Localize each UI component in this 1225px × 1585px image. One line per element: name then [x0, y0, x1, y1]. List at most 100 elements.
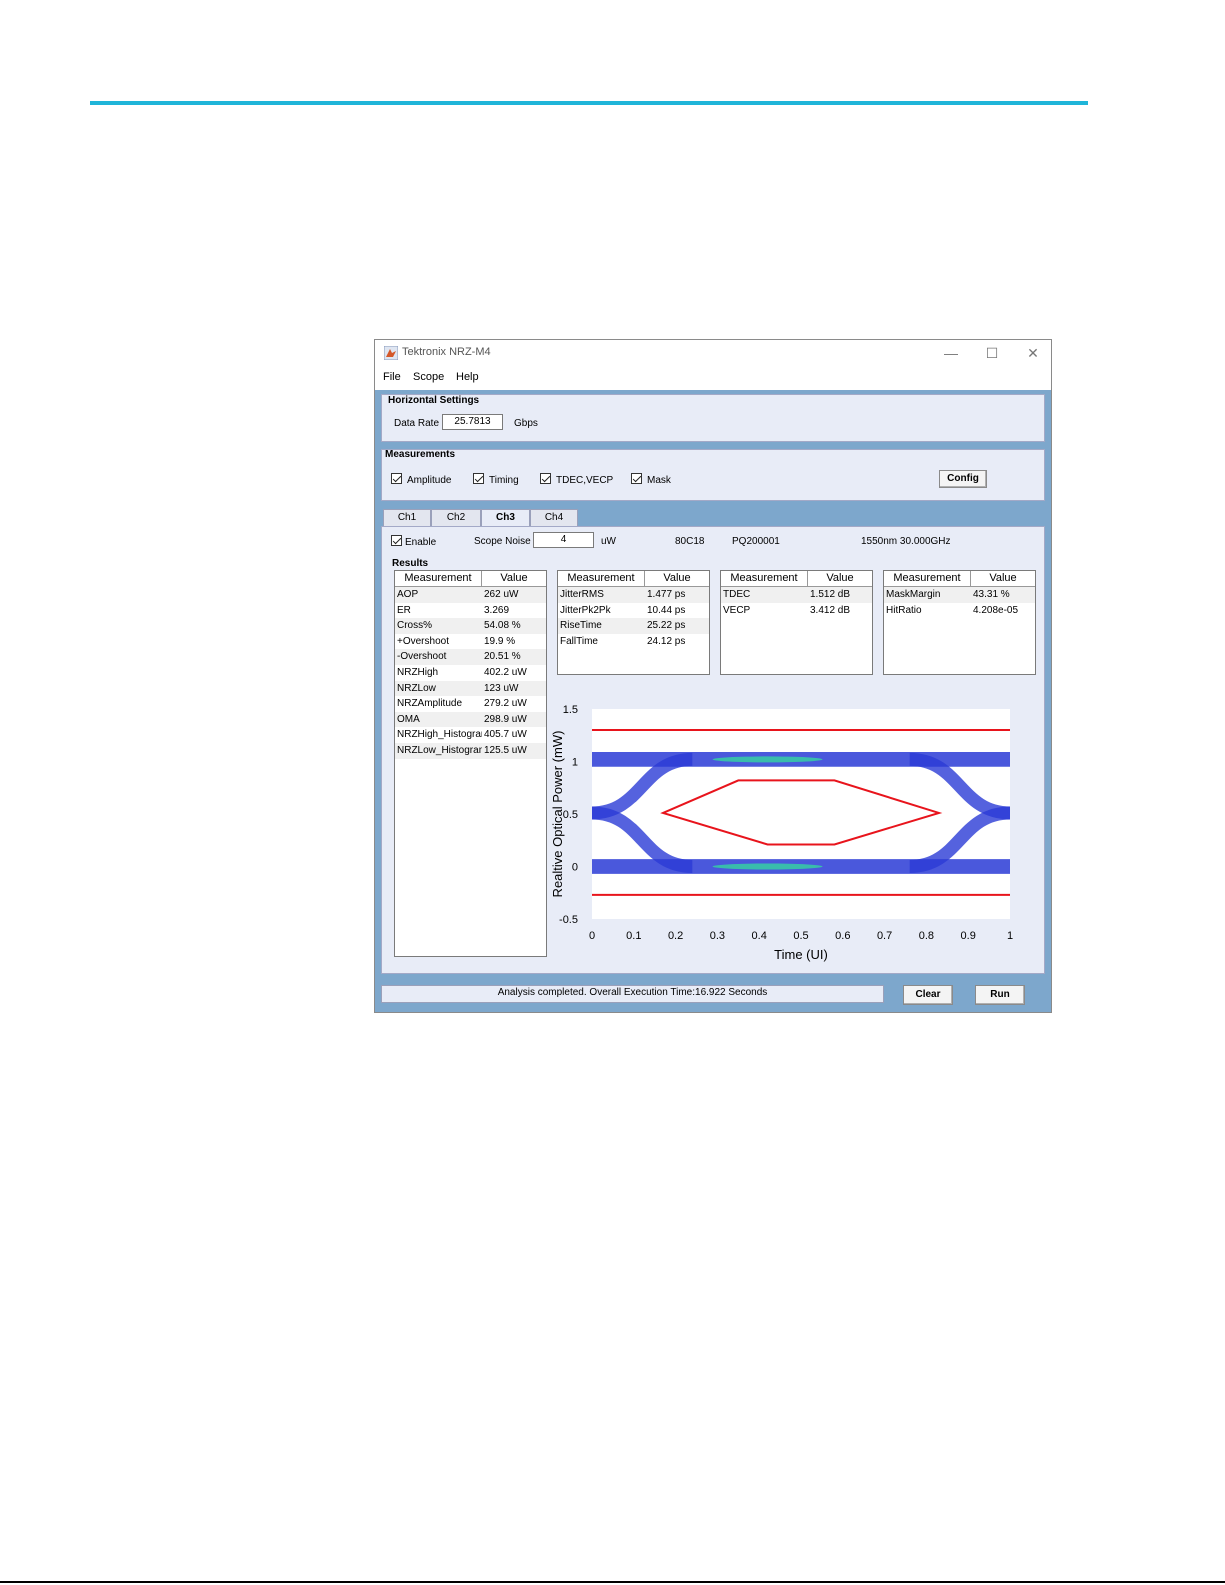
eye-low-hotspot — [712, 863, 823, 870]
channel-panel: Enable Scope Noise 4 uW 80C18 PQ200001 1… — [381, 526, 1045, 974]
y-axis-label: Realtive Optical Power (mW) — [550, 731, 565, 898]
data-rate-input[interactable]: 25.7813 — [442, 414, 503, 430]
measurement-column-header[interactable]: Measurement — [884, 571, 971, 586]
close-button[interactable]: ✕ — [1018, 343, 1048, 363]
minimize-button[interactable]: — — [936, 343, 966, 363]
mask-results-table: Measurement Value MaskMargin 43.31 % HitRa… — [883, 570, 1036, 675]
menu-bar: File Scope Help — [375, 366, 1051, 390]
value-cell: 402.2 uW — [484, 666, 527, 678]
table-row[interactable]: NRZHigh_Histogram 405.7 uW — [395, 727, 546, 743]
value-cell: 19.9 % — [484, 635, 516, 647]
table-row[interactable]: JitterPk2Pk 10.44 ps — [558, 603, 709, 619]
value-column-header[interactable]: Value — [645, 571, 709, 586]
tab-ch2[interactable]: Ch2 — [431, 509, 481, 526]
measurement-cell: RiseTime — [560, 620, 602, 632]
measurement-cell: NRZLow_Histogram — [397, 744, 482, 756]
value-cell: 125.5 uW — [484, 744, 527, 756]
table-row[interactable]: RiseTime 25.22 ps — [558, 618, 709, 634]
table-row[interactable]: TDEC 1.512 dB — [721, 587, 872, 603]
run-button[interactable]: Run — [975, 985, 1025, 1005]
tab-ch3[interactable]: Ch3 — [481, 509, 530, 527]
measurement-cell: ER — [397, 604, 411, 616]
x-tick-label: 0.6 — [835, 930, 850, 942]
x-tick-label: 0.8 — [919, 930, 934, 942]
horizontal-settings-label: Horizontal Settings — [386, 395, 482, 406]
amplitude-checkbox[interactable] — [391, 473, 402, 484]
measurement-cell: +Overshoot — [397, 635, 449, 647]
measurement-column-header[interactable]: Measurement — [721, 571, 808, 586]
x-tick-label: 0.2 — [668, 930, 683, 942]
value-cell: 43.31 % — [973, 589, 1010, 600]
table-row[interactable]: NRZLow_Histogram 125.5 uW — [395, 742, 546, 759]
menu-help[interactable]: Help — [456, 371, 479, 383]
x-tick-label: 0.3 — [710, 930, 725, 942]
table-row[interactable]: Cross% 54.08 % — [395, 618, 546, 634]
table-row[interactable]: AOP 262 uW — [395, 587, 546, 603]
tab-ch4[interactable]: Ch4 — [530, 509, 578, 526]
window-title: Tektronix NRZ-M4 — [402, 346, 491, 358]
value-cell: 279.2 uW — [484, 698, 527, 710]
timing-results-table: Measurement Value JitterRMS 1.477 ps Jitte… — [557, 570, 710, 675]
serial-number: PQ200001 — [732, 536, 780, 547]
enable-checkbox[interactable] — [391, 535, 402, 546]
config-button[interactable]: Config — [939, 470, 987, 488]
x-tick-label: 0.4 — [752, 930, 767, 942]
timing-checkbox[interactable] — [473, 473, 484, 484]
value-cell: 1.477 ps — [647, 589, 686, 600]
value-cell: 1.512 dB — [810, 589, 851, 600]
mask-checkbox[interactable] — [631, 473, 642, 484]
value-cell: 54.08 % — [484, 620, 521, 632]
timing-label: Timing — [489, 475, 519, 486]
x-tick-label: 0.1 — [626, 930, 641, 942]
enable-label: Enable — [405, 537, 437, 548]
table-row[interactable]: VECP 3.412 dB — [721, 603, 872, 619]
table-row[interactable]: ER 3.269 — [395, 603, 546, 619]
wavelength-bandwidth: 1550nm 30.000GHz — [861, 536, 951, 547]
y-tick-label: 0 — [572, 862, 578, 874]
tab-ch1[interactable]: Ch1 — [383, 509, 431, 526]
tdec-vecp-label: TDEC,VECP — [556, 475, 614, 486]
value-column-header[interactable]: Value — [971, 571, 1035, 586]
x-tick-label: 1 — [1007, 930, 1013, 942]
table-row[interactable]: +Overshoot 19.9 % — [395, 634, 546, 650]
y-tick-label: 1 — [572, 757, 578, 769]
value-cell: 3.269 — [484, 604, 510, 616]
tdec-vecp-checkbox[interactable] — [540, 473, 551, 484]
table-row[interactable]: OMA 298.9 uW — [395, 711, 546, 728]
table-row[interactable]: NRZLow 123 uW — [395, 680, 546, 697]
scope-noise-unit: uW — [601, 536, 616, 547]
scope-noise-input[interactable]: 4 — [533, 532, 594, 548]
table-row[interactable]: MaskMargin 43.31 % — [884, 587, 1035, 603]
value-cell: 20.51 % — [484, 651, 521, 663]
amplitude-label: Amplitude — [407, 475, 452, 486]
table-header: Measurement Value — [395, 571, 546, 587]
measurement-cell: NRZAmplitude — [397, 698, 463, 710]
value-cell: 262 uW — [484, 589, 519, 600]
value-column-header[interactable]: Value — [482, 571, 546, 586]
measurement-cell: NRZLow — [397, 682, 436, 694]
table-row[interactable]: NRZAmplitude 279.2 uW — [395, 696, 546, 712]
measurement-cell: VECP — [723, 604, 751, 616]
measurements-panel: Measurements Amplitude Timing TDEC,VECP … — [381, 449, 1045, 501]
measurement-cell: NRZHigh_Histogram — [397, 729, 482, 741]
plot-area — [592, 709, 1010, 919]
value-column-header[interactable]: Value — [808, 571, 872, 586]
menu-scope[interactable]: Scope — [413, 371, 444, 383]
table-row[interactable]: FallTime 24.12 ps — [558, 634, 709, 650]
menu-file[interactable]: File — [383, 371, 401, 383]
clear-button[interactable]: Clear — [903, 985, 953, 1005]
table-row[interactable]: -Overshoot 20.51 % — [395, 649, 546, 665]
data-rate-label: Data Rate — [394, 418, 440, 429]
status-message: Analysis completed. Overall Execution Ti… — [381, 985, 884, 1003]
table-row[interactable]: HitRatio 4.208e-05 — [884, 603, 1035, 619]
tdec-results-table: Measurement Value TDEC 1.512 dB VECP 3.412 … — [720, 570, 873, 675]
y-tick-label: 1.5 — [563, 704, 578, 716]
table-row[interactable]: JitterRMS 1.477 ps — [558, 587, 709, 603]
measurement-column-header[interactable]: Measurement — [395, 571, 482, 586]
app-window: Tektronix NRZ-M4 — ☐ ✕ File Scope Help H… — [374, 339, 1052, 1013]
x-axis-label: Time (UI) — [774, 947, 828, 962]
y-tick-label: -0.5 — [559, 914, 578, 926]
table-row[interactable]: NRZHigh 402.2 uW — [395, 665, 546, 681]
measurement-column-header[interactable]: Measurement — [558, 571, 645, 586]
maximize-button[interactable]: ☐ — [977, 343, 1007, 363]
